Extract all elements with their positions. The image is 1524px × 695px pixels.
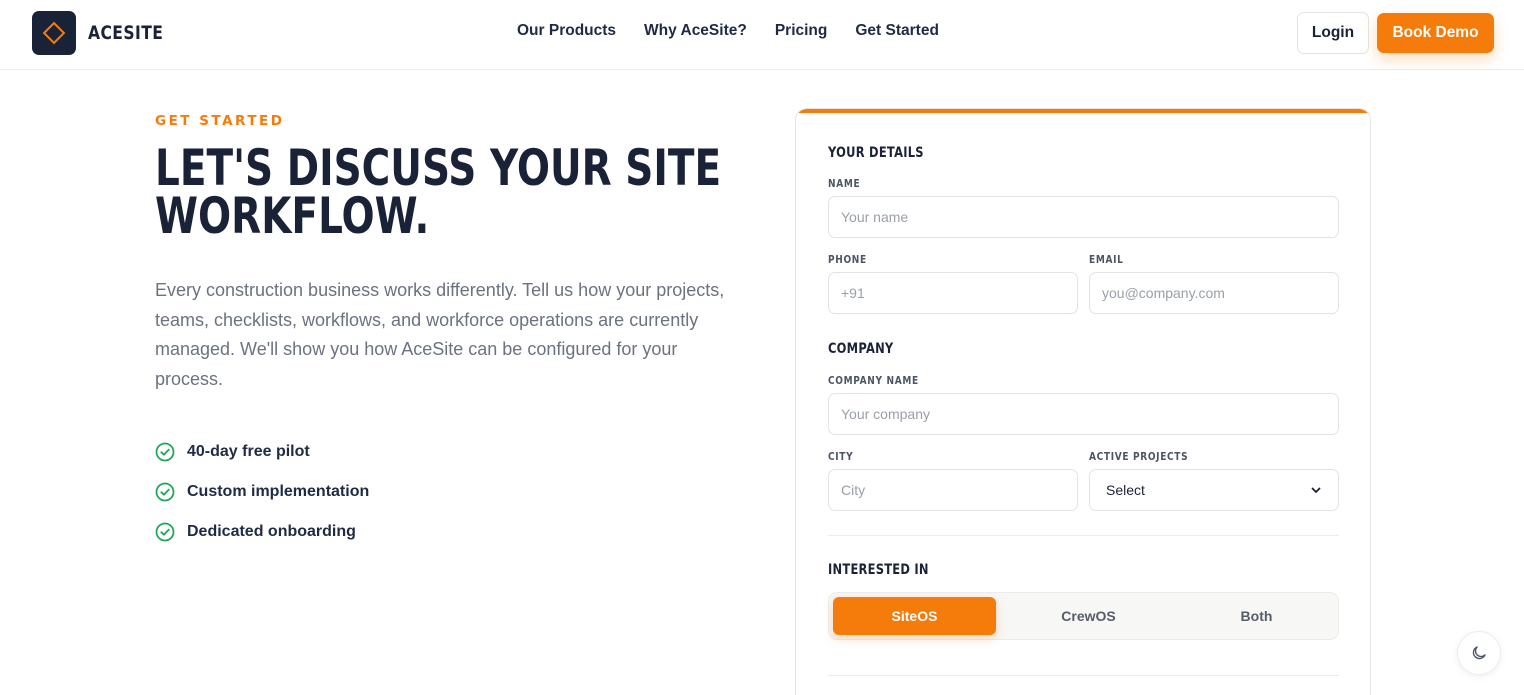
navbar: ACESITE Our Products Why AceSite? Pricin… [0,0,1524,70]
active-projects-select[interactable]: Select [1089,469,1339,511]
check-circle-icon [155,522,175,542]
feature-label: 40-day free pilot [187,443,310,460]
name-label: NAME [828,177,861,190]
feature-list: 40-day free pilot Custom implementation … [155,432,369,552]
list-item: Custom implementation [155,472,369,512]
city-input[interactable] [828,469,1078,511]
city-label: CITY [828,450,854,463]
chevron-down-icon [1311,487,1321,493]
eyebrow-label: GET STARTED [155,113,285,129]
phone-input[interactable] [828,272,1078,314]
interest-option-crewos[interactable]: CrewOS [1007,597,1170,635]
section-divider [828,535,1339,536]
moon-icon [1472,646,1486,660]
section-divider [828,675,1339,676]
email-label: EMAIL [1089,253,1124,266]
list-item: Dedicated onboarding [155,512,369,552]
page-title: LET'S DISCUSS YOUR SITE WORKFLOW. [155,143,721,241]
select-value: Select [1106,482,1145,498]
contact-form-card: YOUR DETAILS NAME PHONE EMAIL COMPANY CO… [795,108,1371,695]
interest-option-both[interactable]: Both [1175,597,1338,635]
interest-segmented-control: SiteOS CrewOS Both [828,592,1339,640]
theme-toggle-button[interactable] [1457,631,1501,675]
company-name-input[interactable] [828,393,1339,435]
feature-label: Dedicated onboarding [187,523,356,540]
main-nav: Our Products Why AceSite? Pricing Get St… [517,22,967,40]
lead-paragraph: Every construction business works differ… [155,280,725,389]
headline-line-2: WORKFLOW. [155,187,430,245]
diamond-icon [42,21,66,45]
card-accent-bar [796,109,1370,113]
company-title: COMPANY [828,341,894,357]
active-projects-label: ACTIVE PROJECTS [1089,450,1189,463]
email-input[interactable] [1089,272,1339,314]
your-details-title: YOUR DETAILS [828,145,924,161]
feature-label: Custom implementation [187,483,370,500]
logo-mark [32,11,76,55]
check-circle-icon [155,442,175,462]
company-name-label: COMPANY NAME [828,374,919,387]
nav-link-why[interactable]: Why AceSite? [644,22,747,40]
nav-link-pricing[interactable]: Pricing [775,22,828,40]
interest-option-siteos[interactable]: SiteOS [833,597,996,635]
login-button[interactable]: Login [1297,12,1369,54]
phone-label: PHONE [828,253,867,266]
interested-in-title: INTERESTED IN [828,562,929,578]
brand-name: ACESITE [88,22,164,44]
list-item: 40-day free pilot [155,432,369,472]
nav-link-get-started[interactable]: Get Started [855,22,939,40]
name-input[interactable] [828,196,1339,238]
brand-logo[interactable]: ACESITE [32,11,180,55]
check-circle-icon [155,482,175,502]
book-demo-button[interactable]: Book Demo [1377,13,1494,53]
nav-link-products[interactable]: Our Products [517,22,616,40]
